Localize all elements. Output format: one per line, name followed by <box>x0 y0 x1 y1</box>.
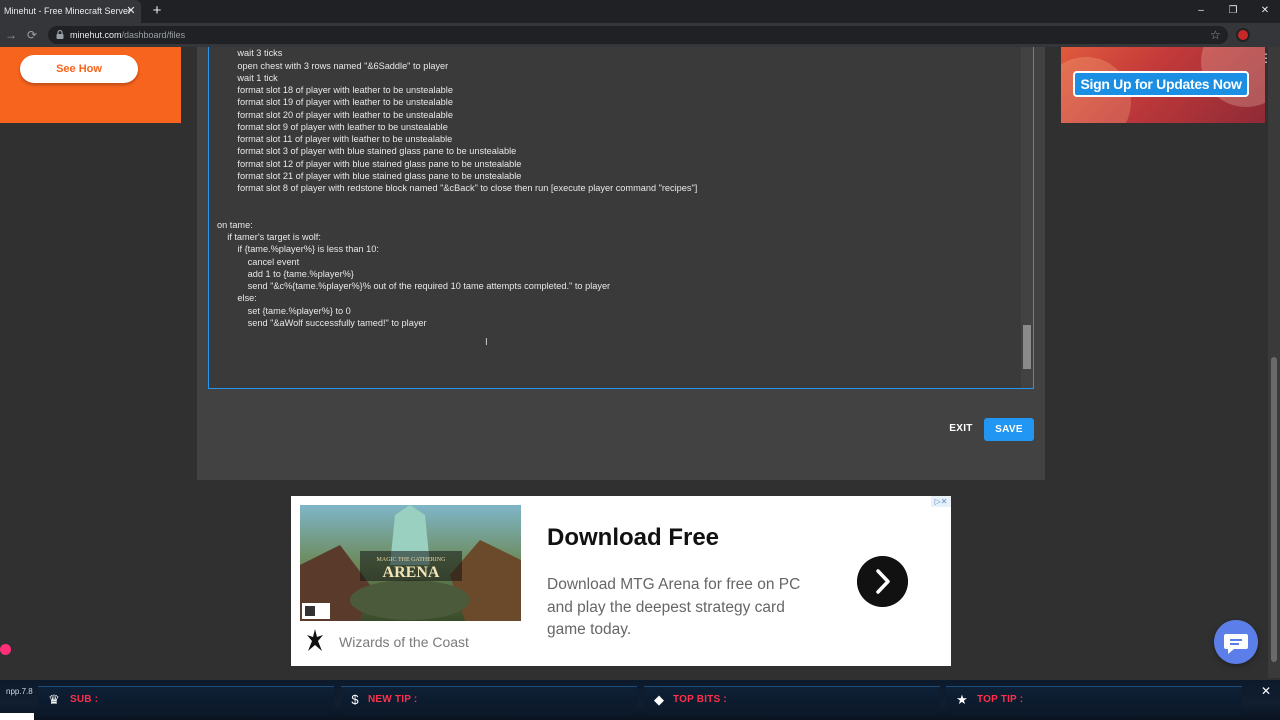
signup-banner-ad[interactable]: Sign Up for Updates Now <box>1061 47 1265 123</box>
lock-icon <box>56 30 64 39</box>
code-text: if arg 1 contains "saddle": wait 3 ticks… <box>217 48 698 328</box>
stream-source-label: npp.7.8 <box>6 687 33 696</box>
ad-title[interactable]: Download Free <box>547 524 719 552</box>
address-bar: → ⟳ minehut.com/dashboard/files ☆ ⋮ <box>0 23 1280 65</box>
star-icon: ★ <box>956 692 968 707</box>
wizards-logo-icon <box>307 629 323 651</box>
bookmark-star-icon[interactable]: ☆ <box>1210 26 1221 44</box>
editor-scrollbar[interactable] <box>1021 47 1033 388</box>
segment-label-new-tip: NEW TIP : <box>368 694 418 705</box>
segment-label-top-bits: TOP BITS : <box>673 694 727 705</box>
ad-choices-icon[interactable]: ▷✕ <box>931 496 951 507</box>
notification-dot <box>0 644 11 655</box>
segment-label-sub: SUB : <box>70 694 99 705</box>
new-tab-icon[interactable]: + <box>149 0 165 23</box>
ad-artwork-image: MAGIC THE GATHERING ARENA <box>300 505 521 621</box>
ad-game-logo: ARENA <box>383 564 440 581</box>
exit-button[interactable]: EXIT <box>944 418 978 440</box>
browser-tab-bar <box>0 0 1280 23</box>
browser-tab[interactable]: Minehut - Free Minecraft Server <box>0 0 141 23</box>
url-host: minehut.com <box>70 30 122 40</box>
minehut-promo-banner: See How <box>0 47 181 123</box>
forward-arrow-icon[interactable]: → <box>2 23 20 47</box>
chevron-right-icon[interactable] <box>857 556 908 607</box>
sign-up-updates-button[interactable]: Sign Up for Updates Now <box>1073 71 1249 97</box>
see-how-button[interactable]: See How <box>20 55 138 83</box>
minimize-icon[interactable]: – <box>1186 0 1216 23</box>
window-close-icon[interactable]: ✕ <box>1250 0 1280 23</box>
ad-game-logo-top: MAGIC THE GATHERING <box>377 557 447 563</box>
restore-icon[interactable]: ❐ <box>1218 0 1248 23</box>
dollar-icon: $ <box>351 692 359 707</box>
tab-title: Minehut - Free Minecraft Server <box>4 6 132 16</box>
extension-icon[interactable] <box>1236 28 1250 42</box>
chat-support-button[interactable] <box>1214 620 1258 664</box>
segment-label-top-tip: TOP TIP : <box>977 694 1024 705</box>
crown-icon: ♛ <box>48 692 60 707</box>
url-field[interactable]: minehut.com/dashboard/files ☆ <box>48 26 1228 44</box>
ad-brand-name: Wizards of the Coast <box>339 634 469 650</box>
editor-scroll-thumb[interactable] <box>1023 325 1031 369</box>
tab-close-icon[interactable]: ✕ <box>124 0 138 23</box>
mtg-arena-ad[interactable]: MAGIC THE GATHERING ARENA Wizards of the… <box>291 496 951 666</box>
ad-description: Download MTG Arena for free on PC and pl… <box>547 576 801 638</box>
page-scroll-thumb[interactable] <box>1271 357 1277 662</box>
diamond-icon: ◆ <box>654 692 664 707</box>
reload-icon[interactable]: ⟳ <box>23 23 41 47</box>
save-button[interactable]: SAVE <box>984 418 1034 441</box>
taskbar-search[interactable] <box>0 713 34 720</box>
overlay-close-icon[interactable]: ✕ <box>1261 684 1271 698</box>
text-cursor-icon: I <box>485 337 488 348</box>
url-path: /dashboard/files <box>121 30 186 40</box>
page-scrollbar[interactable] <box>1268 47 1280 678</box>
code-editor[interactable]: if arg 1 contains "saddle": wait 3 ticks… <box>208 47 1034 389</box>
